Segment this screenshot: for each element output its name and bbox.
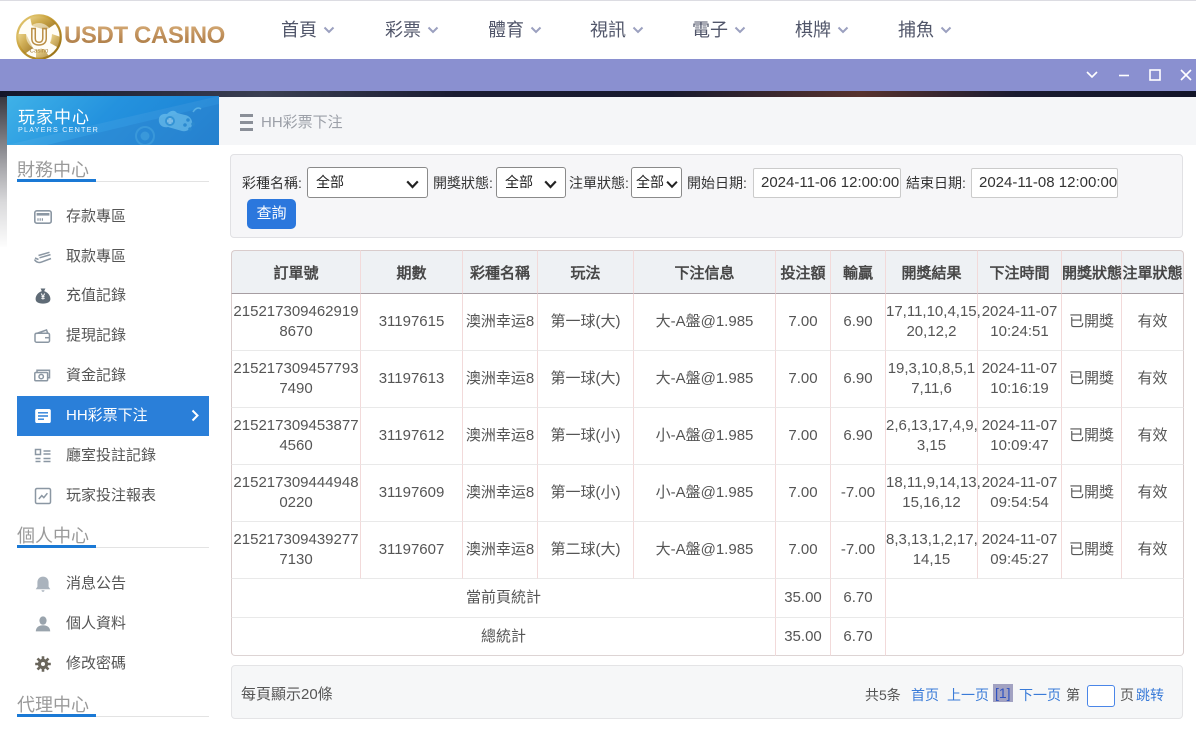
svg-text:¥: ¥ — [41, 293, 46, 302]
svg-text:Casino: Casino — [30, 49, 49, 55]
svg-text:U: U — [30, 24, 47, 51]
